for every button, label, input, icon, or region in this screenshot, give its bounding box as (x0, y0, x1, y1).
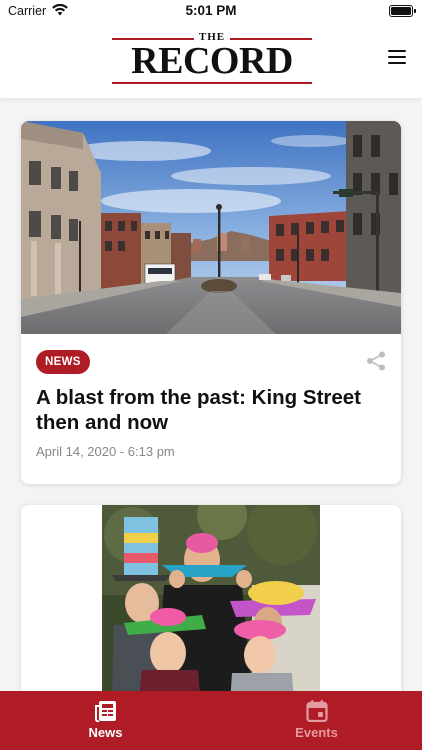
status-time: 5:01 PM (185, 3, 237, 18)
article-photo-king-street[interactable] (21, 121, 401, 334)
tab-news[interactable]: News (0, 691, 211, 750)
news-category-badge[interactable]: NEWS (36, 350, 90, 374)
article-card[interactable]: NEWS A blast from the past: King Street … (21, 121, 401, 484)
logo-record-text: RECORD (131, 40, 293, 82)
bottom-tab-bar: News Events (0, 691, 422, 750)
tab-news-label: News (88, 725, 123, 740)
article-date: April 14, 2020 - 6:13 pm (36, 444, 175, 459)
tab-events-label: Events (295, 725, 338, 740)
the-record-logo[interactable]: THE RECORD (112, 30, 312, 88)
share-icon[interactable] (365, 350, 387, 372)
battery-icon (389, 5, 416, 17)
article-title[interactable]: A blast from the past: King Street then … (36, 385, 391, 435)
app-header: THE RECORD (0, 22, 422, 98)
newspaper-icon (95, 701, 116, 722)
logo-rule (112, 82, 312, 84)
menu-icon[interactable] (388, 50, 406, 64)
tab-events[interactable]: Events (211, 691, 422, 750)
calendar-icon (306, 700, 328, 722)
status-bar: Carrier 5:01 PM (0, 0, 422, 22)
